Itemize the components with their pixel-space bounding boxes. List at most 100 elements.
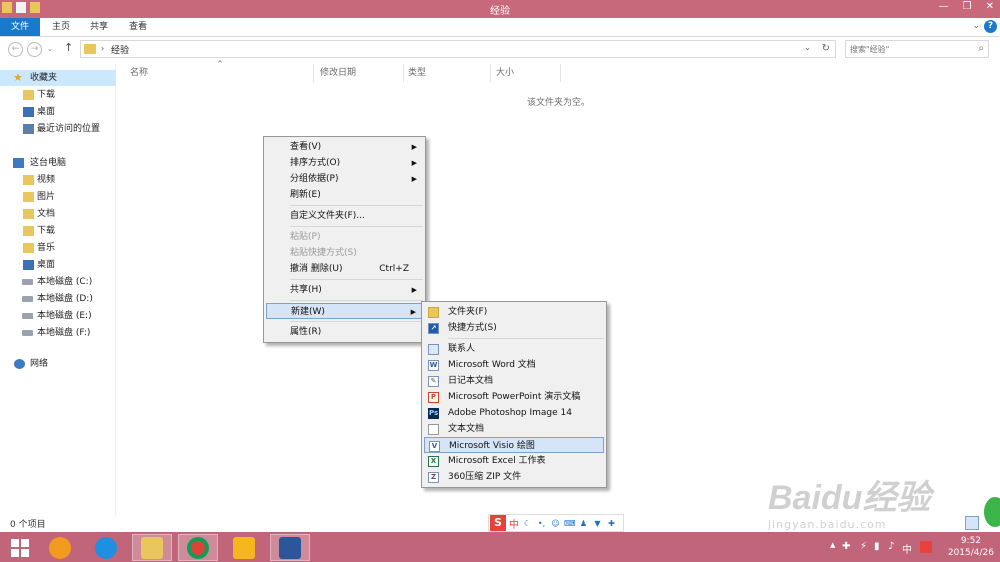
column-header-size[interactable]: 大小 [496, 64, 514, 82]
sidebar-item-this-pc[interactable]: 这台电脑 [0, 155, 116, 171]
taskbar-app-file-explorer[interactable] [132, 534, 172, 561]
user-icon[interactable]: ♟ [578, 518, 589, 529]
column-divider[interactable] [403, 64, 404, 82]
up-button[interactable]: ↑ [64, 41, 73, 54]
back-button[interactable]: ← [8, 42, 23, 57]
menu-item-undo-delete[interactable]: 撤消 删除(U) Ctrl+Z [266, 261, 423, 277]
sidebar-item-videos[interactable]: 视频 [0, 172, 116, 188]
watermark-url: jingyan.baidu.com [768, 518, 887, 531]
sidebar-item-music[interactable]: 音乐 [0, 240, 116, 256]
emoji-icon[interactable]: ☺ [550, 518, 561, 529]
power-icon[interactable]: ⚡ [860, 541, 867, 552]
tab-view[interactable]: 查看 [129, 18, 147, 36]
restore-icon[interactable]: ❐ [963, 1, 972, 12]
submenu-item-contact[interactable]: 联系人 [424, 341, 604, 357]
submenu-item-folder[interactable]: 文件夹(F) [424, 304, 604, 320]
sidebar-item-documents[interactable]: 文档 [0, 206, 116, 222]
menu-separator [448, 338, 604, 339]
recent-locations-chevron-icon[interactable]: ⌄ [47, 45, 53, 53]
moon-icon[interactable]: ☾ [522, 518, 533, 529]
tray-ime-indicator[interactable]: 中 [902, 541, 912, 556]
refresh-icon[interactable]: ↻ [822, 43, 830, 54]
start-button[interactable] [0, 534, 40, 561]
search-input[interactable] [850, 42, 970, 57]
sidebar-item-drive-d[interactable]: 本地磁盘 (D:) [0, 291, 116, 307]
menu-item-properties[interactable]: 属性(R) [266, 324, 423, 340]
taskbar: ▲ ✚ ⚡ ▮ ♪ 中 9:52 2015/4/26 [0, 532, 1000, 562]
ime-mode-indicator[interactable]: 中 [509, 516, 519, 531]
sogou-logo-icon[interactable]: S [490, 515, 506, 531]
keyboard-icon[interactable]: ⌨ [564, 518, 576, 529]
chevron-down-icon[interactable]: ⌄ [804, 43, 811, 52]
column-divider[interactable] [490, 64, 491, 82]
expand-ribbon-icon[interactable]: ⌄ [972, 21, 980, 31]
taskbar-app-word[interactable] [270, 534, 310, 561]
sidebar-item-drive-f[interactable]: 本地磁盘 (F:) [0, 325, 116, 341]
submenu-item-powerpoint[interactable]: P Microsoft PowerPoint 演示文稿 [424, 389, 604, 405]
menu-item-share-with[interactable]: 共享(H) ▶ [266, 282, 423, 298]
show-hidden-icons-icon[interactable]: ▲ [830, 541, 835, 549]
menu-item-refresh[interactable]: 刷新(E) [266, 187, 423, 203]
address-path[interactable]: 经验 [111, 43, 129, 56]
taskbar-app-kingsoft[interactable] [224, 534, 264, 561]
volume-icon[interactable]: ♪ [888, 541, 894, 552]
punctuation-icon[interactable]: •, [536, 518, 547, 529]
menu-item-group-by[interactable]: 分组依据(P) ▶ [266, 171, 423, 187]
submenu-item-journal-document[interactable]: ✎ 日记本文档 [424, 373, 604, 389]
search-box[interactable]: ⌕ [845, 40, 989, 58]
help-icon[interactable]: ? [984, 20, 997, 33]
sidebar-item-desktop-pc[interactable]: 桌面 [0, 257, 116, 273]
sidebar-item-recent-places[interactable]: 最近访问的位置 [0, 121, 116, 137]
submenu-item-zip[interactable]: Z 360压缩 ZIP 文件 [424, 469, 604, 485]
security-icon[interactable]: ✚ [842, 541, 850, 552]
tools-icon[interactable]: ✚ [606, 518, 617, 529]
submenu-item-text-document[interactable]: 文本文档 [424, 421, 604, 437]
tab-home[interactable]: 主页 [52, 18, 70, 36]
menu-item-sort-by[interactable]: 排序方式(O) ▶ [266, 155, 423, 171]
column-header-name[interactable]: 名称 [130, 64, 148, 82]
system-tray: ▲ ✚ ⚡ ▮ ♪ 中 9:52 2015/4/26 [820, 532, 1000, 562]
powerpoint-icon: P [428, 392, 439, 403]
search-icon[interactable]: ⌕ [978, 43, 984, 54]
submenu-item-visio[interactable]: V Microsoft Visio 绘图 [424, 437, 604, 453]
tab-share[interactable]: 共享 [90, 18, 108, 36]
taskbar-app-chrome[interactable] [178, 534, 218, 561]
network-icon[interactable]: ▮ [874, 541, 880, 552]
menu-item-new[interactable]: 新建(W) ▶ [266, 303, 423, 319]
column-header-type[interactable]: 类型 [408, 64, 426, 82]
sidebar-item-drive-c[interactable]: 本地磁盘 (C:) [0, 274, 116, 290]
menu-item-paste[interactable]: 粘贴(P) [266, 229, 423, 245]
submenu-item-photoshop[interactable]: Ps Adobe Photoshop Image 14 [424, 405, 604, 421]
sidebar-item-network[interactable]: 网络 [0, 356, 116, 372]
submenu-item-shortcut[interactable]: ↗ 快捷方式(S) [424, 320, 604, 336]
sogou-tray-icon[interactable] [920, 541, 932, 553]
submenu-item-word-document[interactable]: W Microsoft Word 文档 [424, 357, 604, 373]
forward-button[interactable]: → [27, 42, 42, 57]
close-icon[interactable]: ✕ [986, 1, 994, 12]
tab-file[interactable]: 文件 [0, 18, 40, 36]
green-side-button[interactable] [984, 497, 1000, 527]
address-bar[interactable]: › 经验 ⌄ ↻ [80, 40, 836, 58]
word-icon: W [428, 360, 439, 371]
clock[interactable]: 9:52 2015/4/26 [948, 535, 994, 559]
details-view-button[interactable] [965, 516, 979, 530]
menu-item-paste-shortcut[interactable]: 粘贴快捷方式(S) [266, 245, 423, 261]
watermark-logo: Baidu经验 [768, 479, 931, 517]
column-divider[interactable] [313, 64, 314, 82]
submenu-item-excel[interactable]: X Microsoft Excel 工作表 [424, 453, 604, 469]
sidebar-item-pictures[interactable]: 图片 [0, 189, 116, 205]
sidebar-item-drive-e[interactable]: 本地磁盘 (E:) [0, 308, 116, 324]
sidebar-item-downloads-pc[interactable]: 下载 [0, 223, 116, 239]
minimize-icon[interactable]: — [939, 1, 949, 12]
chevron-right-icon[interactable]: › [101, 44, 104, 53]
skin-icon[interactable]: ▼ [592, 518, 603, 529]
menu-item-customize-folder[interactable]: 自定义文件夹(F)... [266, 208, 423, 224]
menu-item-view[interactable]: 查看(V) ▶ [266, 139, 423, 155]
column-header-date-modified[interactable]: 修改日期 [320, 64, 356, 82]
sidebar-item-desktop[interactable]: 桌面 [0, 104, 116, 120]
sidebar-item-downloads[interactable]: 下载 [0, 87, 116, 103]
column-divider[interactable] [560, 64, 561, 82]
taskbar-app-360[interactable] [40, 534, 80, 561]
sidebar-item-favorites[interactable]: ★ 收藏夹 [0, 70, 116, 86]
taskbar-app-ie[interactable] [86, 534, 126, 561]
